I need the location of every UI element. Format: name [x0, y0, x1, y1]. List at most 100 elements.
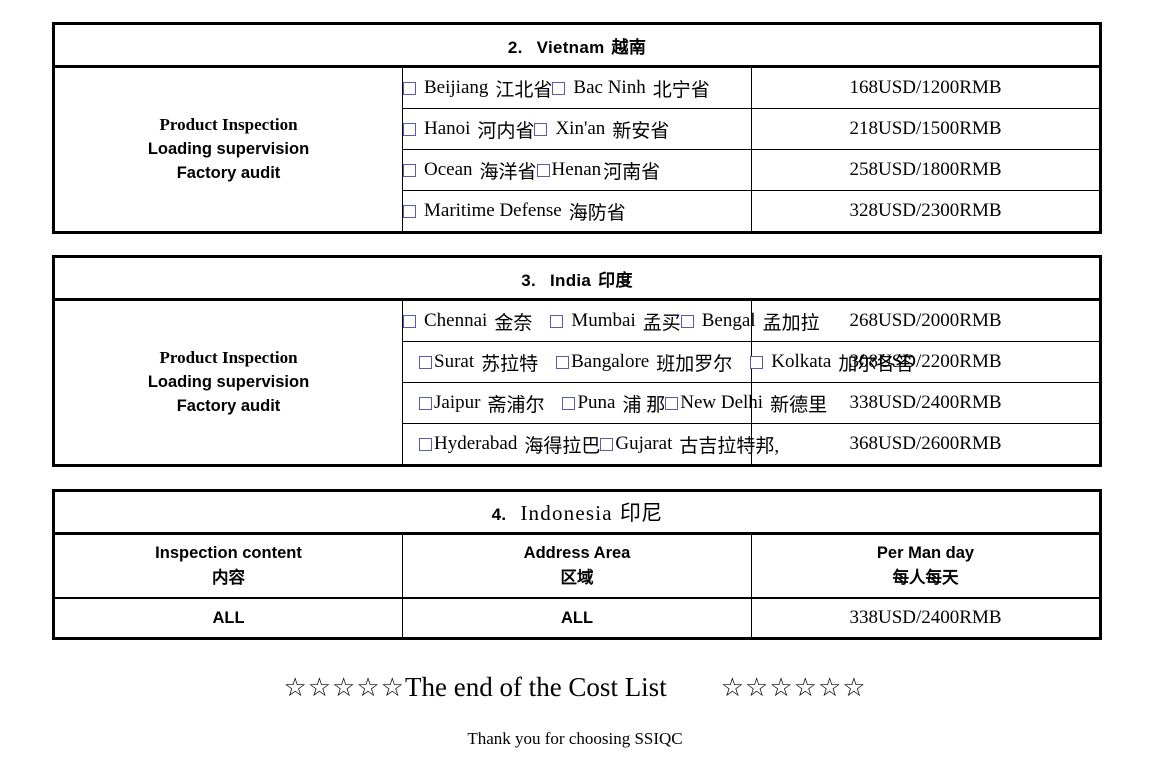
- area-cell: Beijiang 江北省 Bac Ninh 北宁省: [402, 66, 752, 109]
- option-label-en: Maritime Defense: [424, 200, 562, 221]
- checkbox-icon[interactable]: [680, 314, 694, 328]
- option-label-cn: 斋浦尔: [487, 394, 545, 416]
- option-surat[interactable]: Surat 苏拉特: [419, 349, 538, 376]
- option-new-delhi[interactable]: New Delhi 新德里: [665, 390, 827, 417]
- header-label-cn: 区域: [560, 569, 594, 587]
- price-cell: 328USD/2300RMB: [751, 190, 1101, 233]
- checkbox-icon[interactable]: [419, 355, 432, 369]
- checkbox-icon[interactable]: [403, 163, 416, 177]
- option-label-cn: 河南省: [603, 161, 661, 183]
- option-beijiang[interactable]: Beijiang 江北省: [403, 75, 552, 102]
- table-india: 3. India 印度 Product Inspection Loading sup…: [52, 255, 1102, 467]
- option-label-cn: 新安省: [612, 120, 670, 142]
- price-cell: 168USD/1200RMB: [751, 66, 1101, 109]
- option-bac-ninh[interactable]: Bac Ninh 北宁省: [552, 75, 710, 102]
- option-label-cn: 河内省: [477, 120, 535, 142]
- checkbox-icon[interactable]: [600, 437, 614, 451]
- header-label-cn: 内容: [212, 569, 245, 587]
- option-label-cn: 浦 那: [622, 394, 666, 416]
- option-label-en: Kolkata: [771, 351, 832, 372]
- table-title-cell: 4. Indonesia 印尼: [53, 490, 1101, 535]
- option-label-en: Bac Ninh: [573, 77, 646, 98]
- area-cell: Ocean 海洋省 Henan 河南省: [402, 149, 752, 191]
- title-country-cn: 印尼: [619, 502, 663, 525]
- option-puna[interactable]: Puna 浦 那: [562, 390, 665, 417]
- title-country-en: India: [550, 270, 592, 290]
- option-label-en: Gujarat: [615, 433, 673, 454]
- area-cell: Surat 苏拉特 Bangalore 班加罗尔 Kolkata 加尔各答: [402, 341, 914, 383]
- option-jaipur[interactable]: Jaipur 斋浦尔: [419, 390, 544, 417]
- checkbox-icon[interactable]: [556, 355, 570, 369]
- services-label-cell: Product Inspection Loading supervision F…: [53, 299, 403, 466]
- area-cell: Hanoi 河内省 Xin'an 新安省: [402, 108, 752, 150]
- option-label-en: Mumbai: [571, 310, 636, 331]
- option-henan[interactable]: Henan 河南省: [536, 157, 661, 184]
- option-label-cn: 金奈: [494, 312, 533, 334]
- table-title-cell: 2. Vietnam 越南: [53, 23, 1101, 68]
- option-label-cn: 江北省: [495, 79, 553, 101]
- header-label-en: Per Man day: [876, 544, 975, 563]
- option-label-cn: 古吉拉特邦,: [679, 435, 780, 457]
- header-label-en: Address Area: [523, 544, 631, 563]
- service-loading-supervision: Loading supervision: [147, 372, 310, 391]
- checkbox-icon[interactable]: [750, 355, 764, 369]
- option-maritime-defense[interactable]: Maritime Defense 海防省: [403, 198, 626, 225]
- checkbox-icon[interactable]: [665, 396, 679, 410]
- option-hanoi[interactable]: Hanoi 河内省: [403, 116, 534, 143]
- option-label-en: Xin'an: [555, 118, 606, 139]
- option-mumbai[interactable]: Mumbai 孟买: [550, 308, 681, 335]
- table-row: Product Inspection Loading supervision F…: [53, 299, 1101, 466]
- option-label-cn: 苏拉特: [481, 353, 539, 375]
- option-bangalore[interactable]: Bangalore 班加罗尔: [556, 349, 732, 376]
- option-label-cn: 海洋省: [479, 161, 537, 183]
- title-country-cn: 印度: [598, 270, 633, 290]
- title-number: 2.: [507, 37, 523, 57]
- header-inspection-content: Inspection content 内容: [53, 533, 403, 599]
- option-xinan[interactable]: Xin'an 新安省: [534, 116, 669, 143]
- checkbox-icon[interactable]: [550, 314, 564, 328]
- checkbox-icon[interactable]: [403, 314, 416, 328]
- services-label-cell: Product Inspection Loading supervision F…: [53, 66, 403, 233]
- checkbox-icon[interactable]: [536, 163, 550, 177]
- option-ocean[interactable]: Ocean 海洋省: [403, 157, 537, 184]
- footer-end-text: The end of the Cost List: [404, 672, 667, 702]
- area-cell: Chennai 金奈 Mumbai 孟买 Bengal 孟加拉: [402, 299, 820, 342]
- service-factory-audit: Factory audit: [176, 163, 281, 182]
- table-row: Product Inspection Loading supervision F…: [53, 66, 1101, 233]
- title-country-cn: 越南: [611, 37, 647, 57]
- checkbox-icon[interactable]: [562, 396, 576, 410]
- option-label-cn: 北宁省: [652, 79, 710, 101]
- option-label-cn: 海防省: [568, 202, 626, 224]
- option-chennai[interactable]: Chennai 金奈: [403, 308, 532, 335]
- checkbox-icon[interactable]: [419, 396, 432, 410]
- table-title-row: 3. India 印度: [53, 256, 1101, 301]
- area-cell: Maritime Defense 海防省: [402, 190, 752, 233]
- option-label-en: Hyderabad: [434, 433, 518, 454]
- table-title-cell: 3. India 印度: [53, 256, 1101, 301]
- option-label-en: Beijiang: [424, 77, 489, 98]
- checkbox-icon[interactable]: [403, 81, 416, 95]
- stars-right-decoration: ☆☆☆☆☆☆: [720, 673, 867, 702]
- option-gujarat[interactable]: Gujarat 古吉拉特邦,: [600, 431, 779, 458]
- header-address-area: Address Area 区域: [402, 533, 752, 599]
- option-label-cn: 孟买: [642, 312, 681, 334]
- table-title-row: 4. Indonesia 印尼: [53, 490, 1101, 535]
- checkbox-icon[interactable]: [403, 204, 416, 218]
- option-hyderabad[interactable]: Hyderabad 海得拉巴: [419, 431, 600, 458]
- table-indonesia: 4. Indonesia 印尼 Inspection content 内容 Addr…: [52, 489, 1102, 640]
- checkbox-icon[interactable]: [552, 81, 566, 95]
- checkbox-icon[interactable]: [403, 122, 416, 136]
- table-title: 2. Vietnam 越南: [508, 38, 646, 57]
- checkbox-icon[interactable]: [419, 437, 432, 451]
- title-country-en: Indonesia: [520, 501, 613, 525]
- option-label-cn: 孟加拉: [762, 312, 820, 334]
- option-bengal[interactable]: Bengal 孟加拉: [680, 308, 820, 335]
- document-page: 2. Vietnam 越南 Product Inspection Loading s…: [0, 0, 1150, 767]
- option-label-en: Hanoi: [424, 118, 471, 139]
- cell-content-all: ALL: [53, 597, 403, 639]
- price-cell: 218USD/1500RMB: [751, 108, 1101, 150]
- title-number: 3.: [521, 270, 536, 290]
- table-title: 3. India 印度: [521, 271, 633, 290]
- checkbox-icon[interactable]: [534, 122, 548, 136]
- table-title: 4. Indonesia 印尼: [492, 501, 663, 525]
